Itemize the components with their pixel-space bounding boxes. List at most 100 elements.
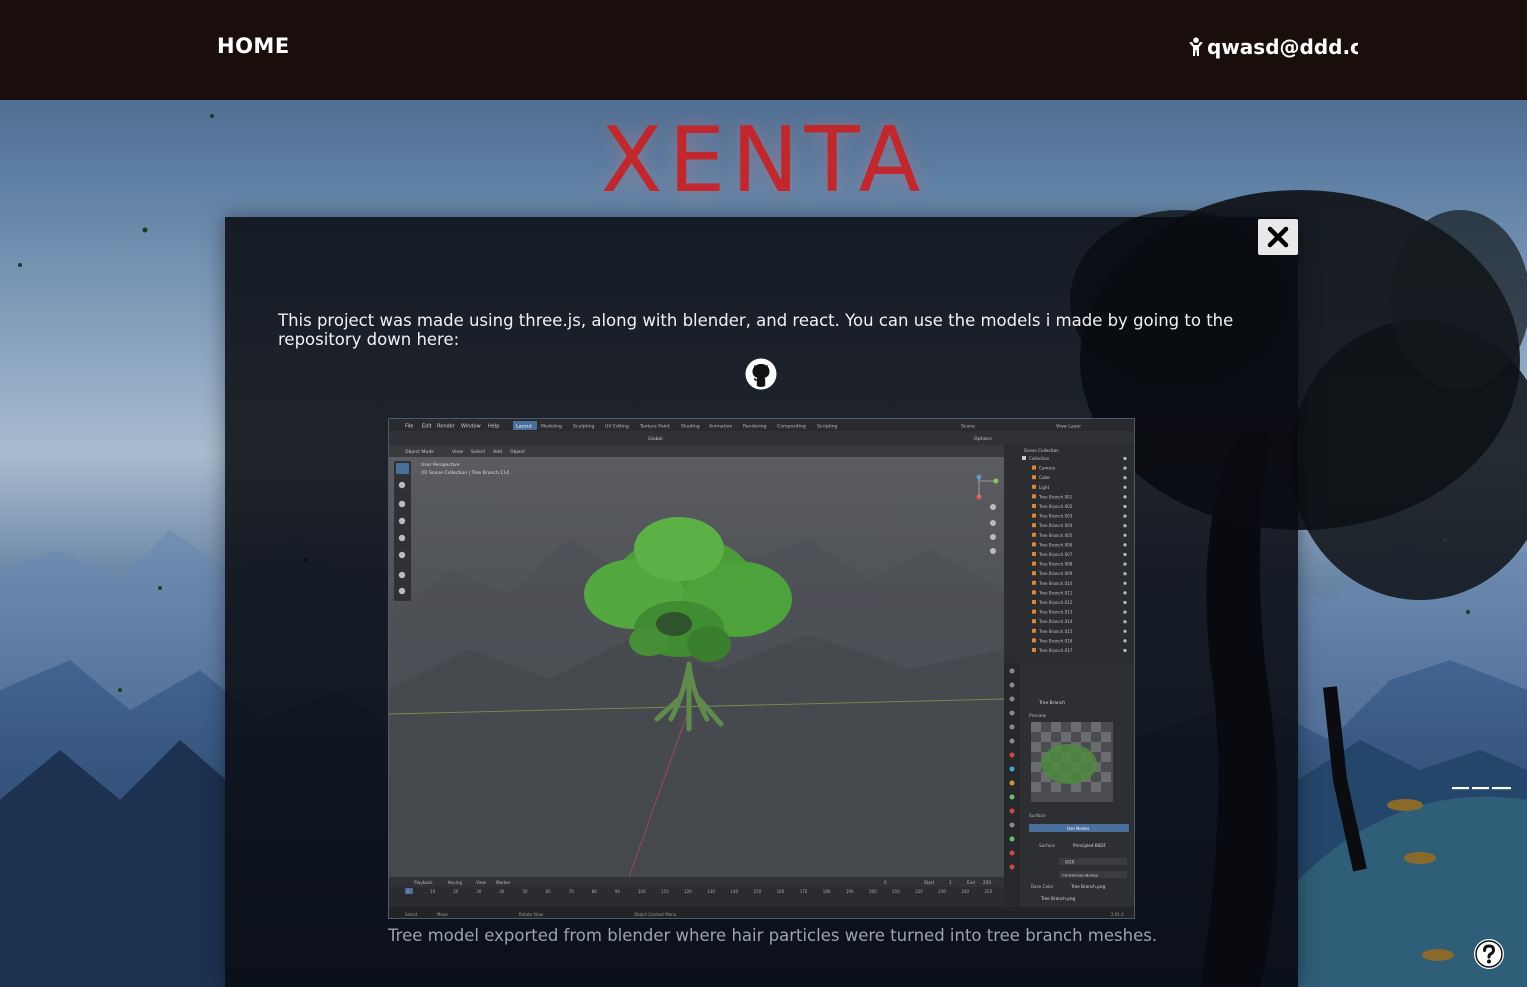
outliner-item[interactable]: Tree Branch.001 bbox=[1038, 494, 1073, 499]
viewport-menu-select: Select bbox=[471, 449, 485, 455]
visibility-eye-icon[interactable] bbox=[1123, 504, 1127, 509]
blender-screenshot: File Edit Render Window Help Layout Mode… bbox=[388, 418, 1135, 919]
outliner-item[interactable]: Tree Branch.015 bbox=[1038, 629, 1073, 634]
surface-panel-label: Surface bbox=[1029, 813, 1046, 819]
view-layer-selector: View Layer bbox=[1056, 424, 1081, 430]
blender-version: 2.91.0 bbox=[1111, 912, 1124, 917]
outliner-item[interactable]: Light bbox=[1039, 485, 1050, 490]
frame-tick-label: 40 bbox=[499, 889, 505, 894]
workspace-animation: Animation bbox=[709, 424, 733, 430]
visibility-eye-icon[interactable] bbox=[1123, 543, 1127, 547]
frame-tick-label: 20 bbox=[453, 889, 459, 894]
frame-tick-label: 60 bbox=[546, 889, 552, 894]
workspace-scripting: Scripting bbox=[817, 424, 838, 430]
visibility-eye-icon[interactable] bbox=[1123, 456, 1127, 461]
top-navbar: HOME qwasd@ddd.com bbox=[0, 0, 1527, 100]
github-repo-link[interactable] bbox=[745, 358, 777, 390]
frame-tick-label: 70 bbox=[569, 889, 575, 894]
visibility-eye-icon[interactable] bbox=[1123, 562, 1127, 566]
preview-panel-label: Preview bbox=[1029, 713, 1046, 719]
help-button[interactable] bbox=[1473, 938, 1505, 970]
outliner-item-icon bbox=[1032, 600, 1036, 604]
outliner-item[interactable]: Tree Branch.013 bbox=[1038, 610, 1073, 615]
outliner-item[interactable]: Tree Branch.003 bbox=[1038, 514, 1073, 519]
outliner-scene-collection: Scene Collection bbox=[1024, 448, 1059, 453]
frame-tick-label: 180 bbox=[823, 889, 831, 894]
person-icon bbox=[1189, 37, 1203, 56]
visibility-eye-icon[interactable] bbox=[1123, 572, 1127, 576]
visibility-eye-icon[interactable] bbox=[1123, 524, 1127, 528]
start-frame-label: Start bbox=[924, 880, 935, 885]
visibility-eye-icon[interactable] bbox=[1123, 476, 1127, 480]
image-caption: Tree model exported from blender where h… bbox=[388, 926, 1158, 945]
visibility-eye-icon[interactable] bbox=[1123, 533, 1127, 537]
visibility-eye-icon[interactable] bbox=[1123, 648, 1127, 653]
base-color-value: Tree Branch.png bbox=[1070, 884, 1105, 889]
blender-window: File Edit Render Window Help Layout Mode… bbox=[389, 419, 1134, 918]
current-frame-field: 0 bbox=[884, 880, 887, 885]
outliner-item[interactable]: Cube bbox=[1039, 475, 1050, 480]
viewport-menu-object: Object bbox=[510, 449, 525, 455]
outliner-item[interactable]: Tree Branch.005 bbox=[1038, 533, 1073, 538]
question-mark-icon bbox=[1474, 939, 1504, 969]
visibility-eye-icon[interactable] bbox=[1123, 629, 1127, 633]
workspace-shading: Shading bbox=[681, 424, 700, 430]
frame-tick-label: 140 bbox=[730, 889, 738, 894]
visibility-eye-icon[interactable] bbox=[1123, 591, 1127, 595]
visibility-eye-icon[interactable] bbox=[1123, 552, 1127, 557]
surface-field-label: Surface bbox=[1039, 843, 1055, 848]
visibility-eye-icon[interactable] bbox=[1123, 600, 1127, 605]
outliner-item[interactable]: Tree Branch.017 bbox=[1038, 648, 1073, 653]
outliner-item[interactable]: Tree Branch.002 bbox=[1038, 504, 1073, 509]
outliner-item[interactable]: Tree Branch.011 bbox=[1038, 590, 1073, 595]
outliner-item[interactable]: Tree Branch.009 bbox=[1038, 571, 1073, 576]
outliner-item[interactable]: Tree Branch.016 bbox=[1038, 638, 1073, 643]
outliner-item-icon bbox=[1032, 475, 1036, 480]
frame-tick-label: 80 bbox=[592, 889, 598, 894]
status-context-menu: Object Context Menu bbox=[634, 912, 677, 917]
blender-menu-edit: Edit bbox=[422, 424, 432, 430]
visibility-eye-icon[interactable] bbox=[1123, 639, 1127, 643]
user-account-link[interactable]: qwasd@ddd.com bbox=[1188, 35, 1358, 59]
outliner-item[interactable]: Tree Branch.006 bbox=[1038, 542, 1073, 547]
modal-description: This project was made using three.js, al… bbox=[278, 311, 1234, 349]
visibility-eye-icon[interactable] bbox=[1123, 620, 1127, 624]
visibility-eye-icon[interactable] bbox=[1123, 495, 1127, 499]
close-icon bbox=[1267, 226, 1289, 248]
outliner-item[interactable]: Tree Branch.012 bbox=[1038, 600, 1073, 605]
frame-tick-label: 120 bbox=[684, 889, 692, 894]
outliner-item-icon bbox=[1032, 590, 1036, 595]
visibility-eye-icon[interactable] bbox=[1123, 514, 1127, 518]
viewport-perspective-label: User Perspective bbox=[421, 462, 460, 468]
visibility-eye-icon[interactable] bbox=[1123, 485, 1127, 489]
github-icon bbox=[745, 358, 777, 390]
blender-menu-help: Help bbox=[488, 424, 499, 430]
workspace-layout: Layout bbox=[516, 424, 532, 430]
user-email: qwasd@ddd.com bbox=[1207, 35, 1358, 59]
outliner-item[interactable]: Collection bbox=[1029, 456, 1050, 461]
frame-tick-label: 250 bbox=[985, 889, 993, 894]
outliner-item-icon bbox=[1032, 628, 1036, 633]
frame-tick-label: 10 bbox=[430, 889, 436, 894]
home-link[interactable]: HOME bbox=[217, 34, 290, 58]
visibility-eye-icon[interactable] bbox=[1123, 610, 1127, 614]
frame-tick-label: 210 bbox=[892, 889, 900, 894]
frame-tick-label: 30 bbox=[476, 889, 482, 894]
visibility-eye-icon[interactable] bbox=[1123, 466, 1127, 470]
frame-tick-label: 110 bbox=[661, 889, 669, 894]
outliner-item[interactable]: Tree Branch.008 bbox=[1038, 562, 1073, 567]
outliner-item[interactable]: Camera bbox=[1039, 466, 1056, 471]
outliner-item[interactable]: Tree Branch.004 bbox=[1038, 523, 1073, 528]
outliner-item[interactable]: Tree Branch.014 bbox=[1038, 619, 1073, 624]
viewport-menu-view: View bbox=[452, 449, 463, 455]
visibility-eye-icon[interactable] bbox=[1123, 581, 1127, 585]
blender-menu-file: File bbox=[405, 424, 413, 430]
frame-tick-label: 220 bbox=[915, 889, 923, 894]
outliner-item[interactable]: Tree Branch.007 bbox=[1038, 552, 1073, 557]
menu-icon[interactable] bbox=[1452, 786, 1512, 792]
outliner-item-icon bbox=[1032, 619, 1036, 624]
workspace-uv-editing: UV Editing bbox=[605, 424, 629, 430]
outliner-item[interactable]: Tree Branch.010 bbox=[1038, 581, 1073, 586]
close-button[interactable] bbox=[1258, 219, 1298, 255]
outliner-item-icon bbox=[1032, 552, 1036, 556]
